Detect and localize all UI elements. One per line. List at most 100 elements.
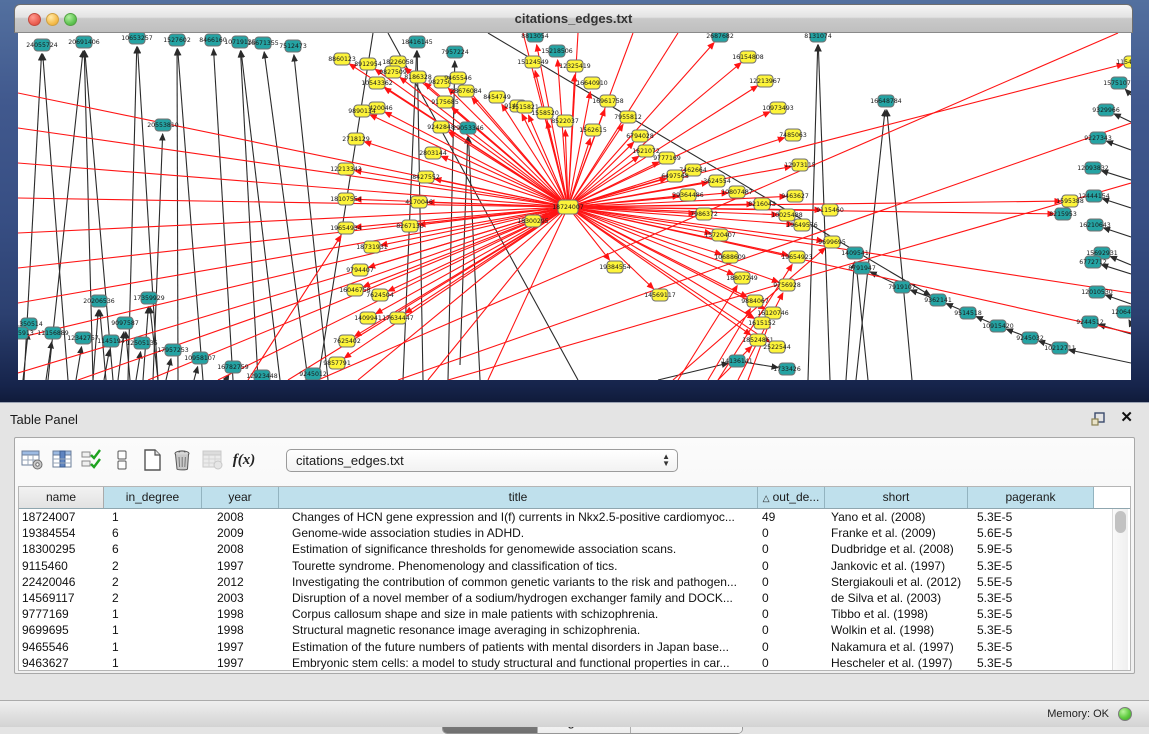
- table-row[interactable]: 1830029562008Estimation of significance …: [19, 541, 1130, 557]
- citation-edge[interactable]: [23, 333, 28, 380]
- graph-node-label: 12973115: [784, 162, 816, 169]
- citation-edge[interactable]: [264, 52, 308, 380]
- network-canvas[interactable]: 1872400724055724206914061065325715276028…: [18, 33, 1131, 380]
- graph-edge-line[interactable]: [18, 163, 568, 207]
- citation-edge[interactable]: [1106, 141, 1131, 150]
- graph-node-label: 8215953: [1049, 211, 1077, 218]
- graph-node-label: 6772712: [1079, 259, 1107, 266]
- graph-node-label: 15124549: [517, 59, 549, 66]
- citation-edge[interactable]: [887, 110, 912, 380]
- graph-node-label: 16154808: [732, 54, 764, 61]
- close-panel-icon[interactable]: ✕: [1120, 408, 1133, 426]
- table-panel: Table Panel ✕: [0, 402, 1149, 701]
- table-settings-icon[interactable]: [19, 447, 45, 473]
- citation-edge[interactable]: [1105, 295, 1131, 304]
- scrollbar-thumb[interactable]: [1115, 511, 1126, 533]
- graph-node-label: 9514518: [954, 310, 982, 317]
- citation-edge[interactable]: [178, 49, 203, 380]
- delete-table-icon[interactable]: [169, 447, 195, 473]
- citation-edge[interactable]: [658, 363, 728, 380]
- graph-node-label: 9699695: [818, 239, 846, 246]
- citation-edge[interactable]: [177, 49, 178, 380]
- citation-edge[interactable]: [568, 201, 1061, 207]
- graph-node-label: 18731931: [356, 244, 388, 251]
- citation-edge[interactable]: [214, 49, 233, 380]
- graph-node-label: 7955812: [614, 114, 642, 121]
- network-window-titlebar[interactable]: citations_edges.txt: [14, 4, 1133, 33]
- table-row[interactable]: 911546021997Tourette syndrome. Phenomeno…: [19, 558, 1130, 574]
- citation-edge[interactable]: [241, 51, 280, 380]
- column-header-pagerank[interactable]: pagerank: [968, 487, 1094, 508]
- graph-node-label: 10973493: [762, 105, 794, 112]
- column-header-title[interactable]: title: [279, 487, 758, 508]
- table-mode-icon[interactable]: [109, 447, 135, 473]
- column-header-year[interactable]: year: [202, 487, 279, 508]
- citation-edge[interactable]: [678, 286, 737, 380]
- graph-node-label: 18107554: [330, 196, 362, 203]
- column-header-label: name: [46, 490, 76, 504]
- table-selector-dropdown[interactable]: citations_edges.txt ▲▼: [286, 449, 678, 472]
- graph-node-label: 15751074: [1103, 80, 1131, 87]
- citation-edge[interactable]: [1110, 256, 1131, 265]
- graph-node-label: 8791947: [848, 265, 876, 272]
- citation-edge[interactable]: [294, 55, 328, 380]
- column-header-out_de[interactable]: △out_de...: [758, 487, 825, 508]
- column-select-icon[interactable]: [49, 447, 75, 473]
- citation-edge[interactable]: [846, 262, 854, 380]
- citation-edge[interactable]: [856, 110, 885, 380]
- graph-edge-line[interactable]: [18, 207, 568, 338]
- citation-edge[interactable]: [568, 156, 639, 207]
- citation-edge[interactable]: [166, 359, 171, 380]
- dropdown-stepper-icon: ▲▼: [662, 453, 670, 467]
- citation-edge[interactable]: [240, 51, 258, 380]
- column-header-short[interactable]: short: [825, 487, 968, 508]
- memory-ok-indicator[interactable]: [1118, 707, 1132, 721]
- graph-edge-line[interactable]: [18, 207, 568, 233]
- citation-edge[interactable]: [568, 207, 653, 289]
- table-row[interactable]: 946554611997Estimation of the future num…: [19, 639, 1130, 655]
- table-row[interactable]: 977716911998Corpus callosum shape and si…: [19, 606, 1130, 622]
- table-row[interactable]: 1456911722003Disruption of a novel membe…: [19, 590, 1130, 606]
- citation-edge[interactable]: [1069, 350, 1131, 363]
- table-row[interactable]: 969969511998Structural magnetic resonanc…: [19, 622, 1130, 638]
- graph-node-label: 1562615: [579, 127, 607, 134]
- graph-node-label: 9890134: [348, 108, 376, 115]
- table-cell: Investigating the contribution of common…: [279, 575, 758, 589]
- table-row[interactable]: 1938455462009Genome-wide association stu…: [19, 525, 1130, 541]
- table-row[interactable]: 1872400712008Changes of HCN gene express…: [19, 509, 1130, 525]
- graph-node-label: 28676084: [450, 88, 482, 95]
- citation-edge[interactable]: [136, 352, 141, 380]
- graph-node-label: 7957224: [441, 49, 469, 56]
- citation-edge[interactable]: [1129, 320, 1131, 324]
- function-builder-icon[interactable]: f(x): [229, 452, 259, 469]
- table-row[interactable]: 2242004622012Investigating the contribut…: [19, 574, 1130, 590]
- citation-edge[interactable]: [1125, 89, 1131, 95]
- graph-node-label: 12213343: [330, 166, 362, 173]
- table-cell: Dudbridge et al. (2008): [825, 542, 968, 556]
- graph-edge-line[interactable]: [18, 198, 568, 207]
- table-vertical-scrollbar[interactable]: [1112, 509, 1128, 670]
- new-document-icon[interactable]: [139, 447, 165, 473]
- citation-edge[interactable]: [76, 347, 82, 380]
- float-panel-icon[interactable]: [1091, 411, 1107, 427]
- table-cell: Embryonic stem cells: a model to study s…: [279, 656, 758, 670]
- graph-node-label: 8466160: [199, 37, 227, 44]
- graph-node-label: 9777169: [653, 155, 681, 162]
- citation-edge[interactable]: [1104, 228, 1131, 237]
- citation-edge[interactable]: [1114, 114, 1131, 122]
- table-cell: 0: [758, 526, 825, 540]
- citation-edge[interactable]: [194, 367, 198, 380]
- citation-edge[interactable]: [248, 236, 341, 380]
- column-header-name[interactable]: name: [19, 487, 104, 508]
- graph-edge-line[interactable]: [18, 207, 568, 303]
- graph-node-label: 2718129: [342, 136, 370, 143]
- node-table[interactable]: name in_degreeyeartitle△out_de...shortpag…: [18, 486, 1131, 671]
- table-row[interactable]: 946362711997Embryonic stem cells: a mode…: [19, 655, 1130, 671]
- row-check-icon[interactable]: [79, 447, 105, 473]
- citation-edge[interactable]: [365, 142, 568, 207]
- graph-edge-line[interactable]: [18, 128, 568, 207]
- table-cell: 2008: [202, 542, 279, 556]
- citation-edge[interactable]: [128, 47, 137, 380]
- column-header-in_degree[interactable]: in_degree: [104, 487, 202, 508]
- graph-node-label: 16671355: [247, 40, 279, 47]
